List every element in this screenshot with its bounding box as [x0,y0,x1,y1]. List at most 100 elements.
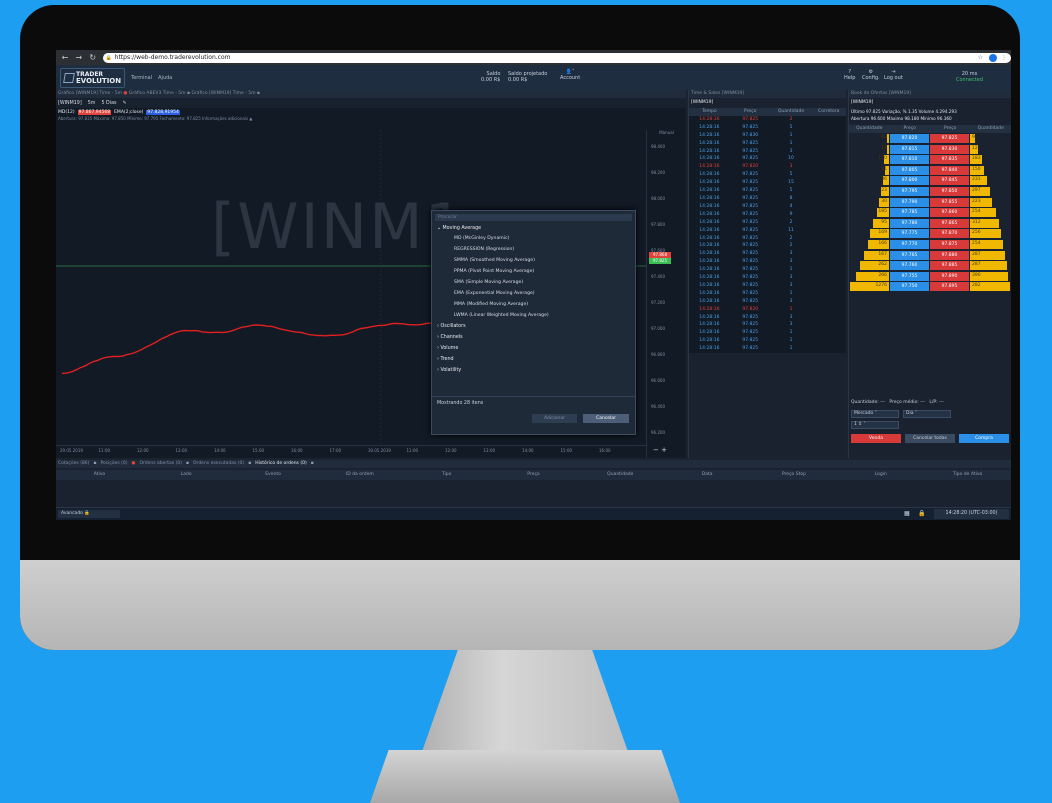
star-icon[interactable]: ☆ [978,53,983,63]
bid-price[interactable]: 97.805 [890,165,929,175]
bid-price[interactable]: 97.770 [890,239,929,249]
bid-price[interactable]: 97.760 [890,261,929,271]
chart-toolbar: [WINM19] 5m 5 Dias ✎ [56,98,686,108]
date-label: 16:00 [599,448,611,453]
ts-broker [811,282,846,290]
ask-price[interactable]: 97.845 [930,176,969,186]
indicator-category[interactable]: › Channels [432,332,635,343]
ask-price[interactable]: 97.890 [930,271,969,281]
ts-qty: 1 [789,346,793,352]
draw-tool-icon[interactable]: ✎ [123,101,127,106]
timeframe-select[interactable]: 5m [88,101,96,106]
indicator-item[interactable]: PPMA (Pivot Point Moving Average) [432,266,635,277]
screen: ← → ↻ 🔒 https://web-demo.traderevolution… [56,50,1011,520]
orders-tab[interactable]: Ordens abertas (0) [139,461,181,466]
indicator-category[interactable]: › Volatility [432,365,635,376]
bid-price[interactable]: 97.775 [890,229,929,239]
tif-select[interactable]: Dia ˅ [903,410,951,418]
indicator-item[interactable]: SMA (Simple Moving Average) [432,277,635,288]
bid-price[interactable]: 97.765 [890,250,929,260]
bid-price[interactable]: 97.780 [890,218,929,228]
bid-price[interactable]: 97.785 [890,208,929,218]
book-symbol[interactable]: [WINM19] [849,98,1011,108]
ask-price[interactable]: 97.895 [930,282,969,292]
menu-terminal[interactable]: Terminal [131,75,152,81]
indicator-item[interactable]: EMA (Exponential Moving Average) [432,288,635,299]
cancel-button[interactable]: Cancelar [583,414,629,423]
ask-price[interactable]: 97.885 [930,261,969,271]
orders-tab[interactable]: Histórico de ordens (0) [255,461,306,466]
ask-price[interactable]: 97.855 [930,197,969,207]
help-button[interactable]: ? Help [844,69,855,81]
date-axis: 29.05.2019 11:00 12:00 13:00 14:00 15:00 16:00… [56,445,646,455]
indicator-category[interactable]: › Trend [432,354,635,365]
ask-price[interactable]: 97.850 [930,186,969,196]
tab-chart-2[interactable]: Gráfico ABEV3 Time - 5m [129,91,186,96]
bid-price[interactable]: 97.815 [890,144,929,154]
reload-icon[interactable]: ↻ [89,53,97,62]
ask-price[interactable]: 97.835 [930,155,969,165]
cancel-all-button[interactable]: Cancelar todas [905,434,955,443]
config-button[interactable]: ⚙ Config. [862,69,880,81]
ask-price[interactable]: 97.860 [930,208,969,218]
bid-qty: 266 [878,272,887,278]
chart-symbol[interactable]: [WINM19] [58,101,82,106]
orders-column-header: Tipo [441,472,452,477]
group-moving-average[interactable]: ⌄ Moving Average [432,224,635,233]
indicator-search[interactable]: Procurar [435,214,632,221]
indicator-item[interactable]: MMA (Modified Moving Average) [432,299,635,310]
ts-price: 97.825 [742,259,759,265]
indicator-item[interactable]: SMMA (Smoothed Moving Average) [432,255,635,266]
layout-icon[interactable]: ▦ [904,510,910,517]
ask-price[interactable]: 97.875 [930,239,969,249]
add-button[interactable]: Adicionar [532,414,577,423]
orders-tab[interactable]: Ordens executadas (0) [193,461,244,466]
bid-price[interactable]: 97.790 [890,197,929,207]
ask-price[interactable]: 97.825 [930,133,969,143]
ask-price[interactable]: 97.840 [930,165,969,175]
bid-price[interactable]: 97.800 [890,176,929,186]
bid-qty: 262 [878,262,887,268]
logout-button[interactable]: ⇥ Log out [884,69,903,81]
ind1-name: MD(12) [58,109,75,115]
bid-price[interactable]: 97.810 [890,155,929,165]
back-icon[interactable]: ← [61,53,69,62]
orders-tab[interactable]: Cotações (86) [58,461,89,466]
ask-price[interactable]: 97.870 [930,229,969,239]
bid-price[interactable]: 97.755 [890,271,929,281]
indicator-item[interactable]: REGRESSION (Regression) [432,244,635,255]
tab-chart-3[interactable]: Gráfico [WINM19] Time - 5m [191,91,255,96]
range-select[interactable]: 5 Dias [101,101,116,106]
quantity-stepper[interactable]: 1 ⇕ ˅ [851,421,899,429]
indicator-item[interactable]: LWMA (Linear Weighted Moving Average) [432,310,635,321]
menu-dots-icon[interactable]: ⋮ [1001,53,1007,63]
order-type-select[interactable]: Mercado ˅ [851,410,899,418]
orders-tab[interactable]: Posições (0) [101,461,128,466]
ask-price[interactable]: 97.865 [930,218,969,228]
date-label: 12:00 [137,448,149,453]
indicator-category[interactable]: › Volume [432,343,635,354]
account-menu[interactable]: 👤˅ Account [560,69,580,81]
tab-chart-1[interactable]: Gráfico [WINM19] Time - 5m [58,91,122,96]
zoom-controls[interactable]: − + [653,446,667,454]
buy-button[interactable]: Compra [959,434,1009,443]
lock-layout-icon[interactable]: 🔒 [918,510,925,517]
sell-button[interactable]: Venda [851,434,901,443]
mode-select[interactable]: Avancado 🔒 [58,510,120,518]
scale-mode[interactable]: Manual [647,130,686,135]
ts-symbol[interactable]: [WINM19] [689,98,846,108]
ts-qty: 9 [789,211,793,217]
bid-price[interactable]: 97.820 [890,133,929,143]
profile-icon[interactable] [988,53,997,62]
ts-qty: 8 [789,195,793,201]
ask-price[interactable]: 97.880 [930,250,969,260]
bid-price[interactable]: 97.750 [890,282,929,292]
bid-price[interactable]: 97.795 [890,186,929,196]
address-bar[interactable]: 🔒 https://web-demo.traderevolution.com ☆… [102,52,1011,63]
ts-price: 97.825 [742,251,759,257]
menu-ajuda[interactable]: Ajuda [158,75,172,81]
ask-price[interactable]: 97.830 [930,144,969,154]
indicator-category[interactable]: › Oscillators [432,321,635,332]
indicator-item[interactable]: MD (McGinley Dynamic) [432,233,635,244]
forward-icon[interactable]: → [75,53,83,62]
